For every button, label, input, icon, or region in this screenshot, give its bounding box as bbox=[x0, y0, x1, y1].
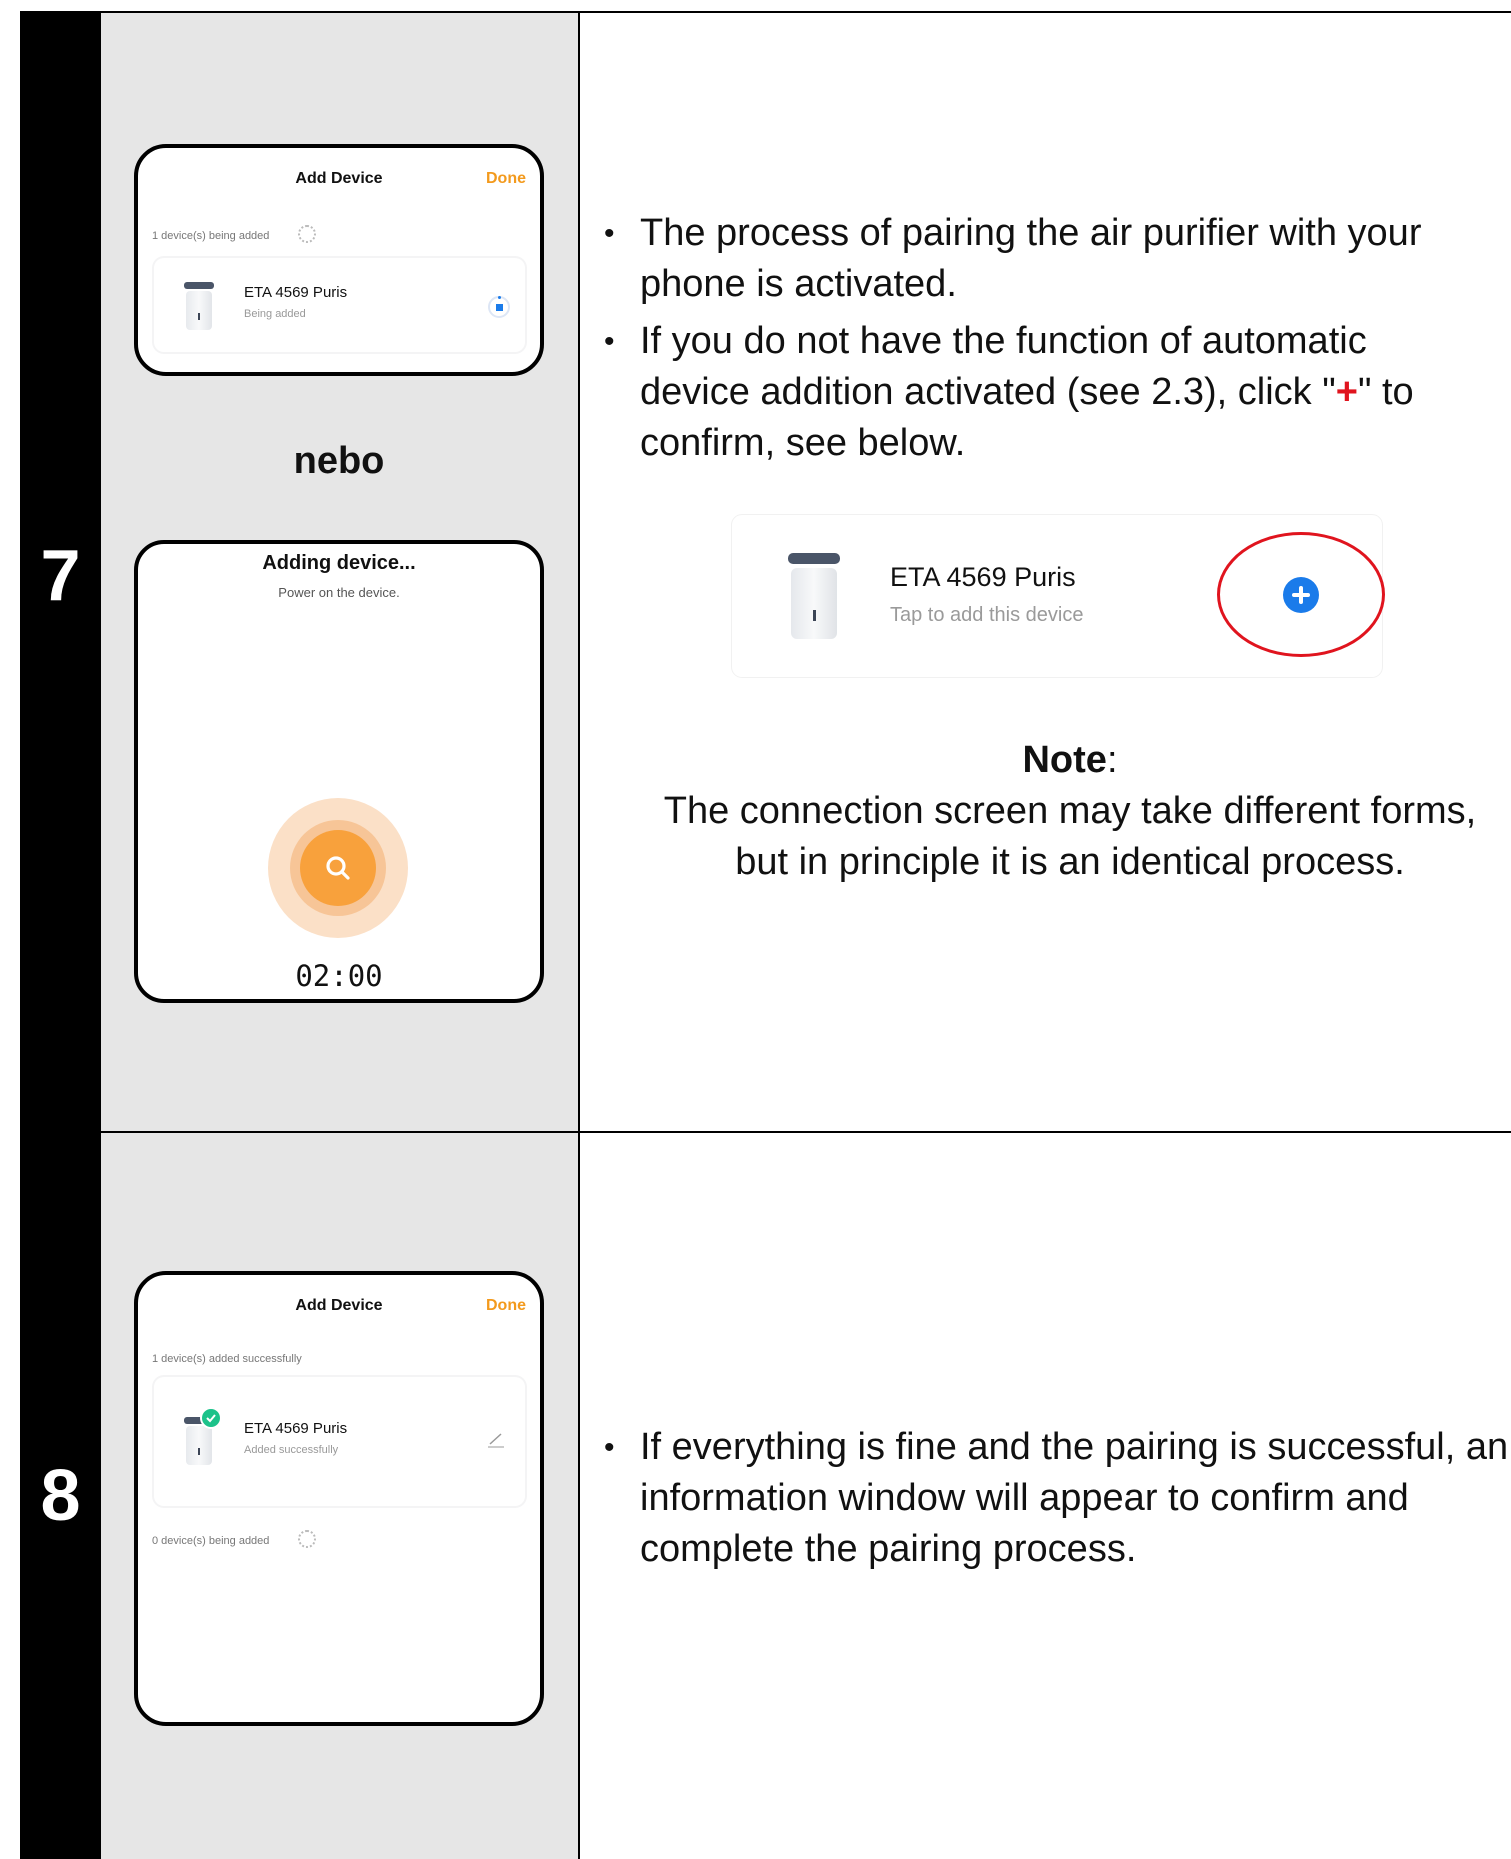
phone-screen-add-device-success: Add Device Done 1 device(s) added succes… bbox=[134, 1271, 544, 1726]
device-card[interactable]: ETA 4569 Puris Added successfully bbox=[154, 1377, 525, 1506]
success-status-text: 1 device(s) added successfully bbox=[152, 1353, 302, 1365]
device-name: ETA 4569 Puris bbox=[244, 1420, 348, 1437]
instruction-bullet-2: If you do not have the function of autom… bbox=[640, 320, 1414, 464]
countdown-timer: 02:00 bbox=[295, 959, 383, 993]
note-heading: Note: bbox=[1022, 739, 1118, 781]
adding-title: Adding device... bbox=[262, 552, 416, 574]
device-card[interactable]: ETA 4569 Puris Being added bbox=[154, 258, 525, 352]
loading-spinner-icon bbox=[298, 1530, 316, 1548]
screen-title: Add Device bbox=[295, 1297, 383, 1314]
step-number-column bbox=[20, 12, 101, 1859]
pending-status-text: 0 device(s) being added bbox=[152, 1535, 270, 1547]
done-button[interactable]: Done bbox=[486, 1297, 526, 1315]
plus-circle-icon[interactable] bbox=[1283, 577, 1319, 613]
instruction-bullet-success: If everything is fine and the pairing is… bbox=[640, 1426, 1509, 1570]
phone-screen-adding-device: Adding device... Power on the device. 02… bbox=[134, 540, 544, 1003]
or-separator: nebo bbox=[293, 440, 385, 482]
note-text: The connection screen may take different… bbox=[663, 790, 1477, 883]
example-device-card[interactable]: ETA 4569 Puris Tap to add this device bbox=[732, 515, 1385, 677]
progress-ring-icon bbox=[488, 296, 510, 318]
search-button[interactable] bbox=[300, 830, 376, 906]
loading-spinner-icon bbox=[298, 225, 316, 243]
search-icon bbox=[326, 856, 350, 880]
check-badge-icon bbox=[200, 1407, 222, 1429]
device-name: ETA 4569 Puris bbox=[244, 284, 348, 301]
table-top-border bbox=[20, 11, 1511, 13]
air-purifier-image bbox=[184, 282, 214, 330]
example-device-name: ETA 4569 Puris bbox=[890, 562, 1076, 592]
adding-status-text: 1 device(s) being added bbox=[152, 230, 270, 242]
example-device-hint: Tap to add this device bbox=[890, 604, 1084, 626]
air-purifier-image bbox=[788, 553, 840, 639]
plus-symbol: + bbox=[1335, 371, 1358, 413]
screen-title: Add Device bbox=[295, 170, 383, 187]
edit-pencil-icon[interactable] bbox=[486, 1429, 506, 1449]
step-number-8: 8 bbox=[40, 1456, 81, 1536]
device-status: Being added bbox=[244, 308, 306, 320]
instruction-bullet-1: The process of pairing the air purifier … bbox=[640, 212, 1422, 305]
column-divider bbox=[578, 12, 580, 1859]
power-on-hint: Power on the device. bbox=[278, 585, 400, 600]
device-status: Added successfully bbox=[244, 1444, 339, 1456]
row-divider bbox=[20, 1131, 1511, 1133]
step-number-7: 7 bbox=[40, 536, 81, 616]
phone-screen-add-device-pending: Add Device Done 1 device(s) being added … bbox=[134, 144, 544, 376]
done-button[interactable]: Done bbox=[486, 170, 526, 188]
